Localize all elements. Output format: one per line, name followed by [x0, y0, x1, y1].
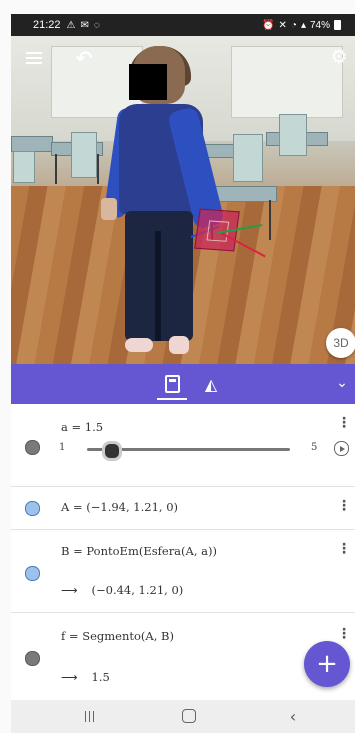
warning-icon: ⚠: [66, 19, 76, 31]
point-b-value: (−0.44, 1.21, 0): [91, 583, 184, 597]
battery-level: 74%: [309, 19, 330, 31]
more-options-icon[interactable]: ⋮: [337, 499, 351, 513]
app-frame: 21:22 ⚠ ✉ ◌ ⏰ ✕ ◔ ▴ 74% ↶ ⚙ 3D ◭ ⌄ a = 1…: [0, 0, 355, 733]
algebra-tab-icon[interactable]: [161, 371, 183, 397]
alarm-icon: ⏰: [262, 19, 275, 31]
wall-board: [231, 46, 343, 118]
point-b-row[interactable]: B = PontoEm(Esfera(A, a)) ⟶ (−0.44, 1.21,…: [11, 530, 355, 613]
status-time: 21:22: [33, 19, 61, 31]
mail-icon: ✉: [80, 19, 89, 31]
visibility-toggle[interactable]: [25, 651, 40, 666]
more-options-icon[interactable]: ⋮: [337, 542, 351, 556]
menu-icon[interactable]: [22, 46, 46, 70]
slider-max-label: 5: [311, 442, 318, 453]
chair: [279, 114, 307, 156]
visibility-toggle[interactable]: [25, 440, 40, 455]
algebra-view: a = 1.5 ⋮ 1 5 A = (−1.94, 1.21, 0) ⋮ B =…: [11, 404, 355, 700]
active-tab-indicator: [157, 398, 187, 400]
back-icon[interactable]: ‹: [281, 706, 305, 726]
person: [101, 46, 226, 364]
add-button[interactable]: +: [304, 641, 350, 687]
result-arrow-icon: ⟶: [61, 670, 78, 684]
battery-icon: [334, 20, 341, 30]
phone-in-hand: [101, 198, 117, 220]
segment-f-expression[interactable]: f = Segmento(A, B): [61, 629, 174, 643]
more-options-icon[interactable]: ⋮: [337, 627, 351, 641]
slider-thumb[interactable]: [102, 441, 123, 461]
slider-expression[interactable]: a = 1.5: [61, 420, 103, 434]
status-bar: 21:22 ⚠ ✉ ◌ ⏰ ✕ ◔ ▴ 74%: [11, 14, 355, 36]
home-icon[interactable]: [177, 706, 201, 726]
chair: [233, 134, 263, 182]
mute-icon: ✕: [278, 19, 287, 31]
chair: [13, 151, 35, 183]
undo-icon[interactable]: ↶: [72, 46, 96, 70]
visibility-toggle[interactable]: [25, 501, 40, 516]
signal-icon: ▴: [300, 19, 306, 31]
point-a-expression[interactable]: A = (−1.94, 1.21, 0): [61, 500, 178, 514]
view-3d-button[interactable]: 3D: [326, 328, 355, 358]
result-arrow-icon: ⟶: [61, 583, 78, 597]
ar-camera-view[interactable]: [11, 36, 355, 364]
slider-min-label: 1: [59, 442, 66, 453]
visibility-toggle[interactable]: [25, 566, 40, 581]
segment-f-value: 1.5: [91, 670, 110, 684]
desk: [11, 136, 53, 152]
android-nav-bar: ‹: [11, 700, 355, 733]
more-options-icon[interactable]: ⋮: [337, 416, 351, 430]
point-b-value-line: ⟶ (−0.44, 1.21, 0): [61, 583, 183, 597]
face-censor-box: [129, 64, 167, 100]
segment-f-row[interactable]: f = Segmento(A, B) ⟶ 1.5 ⋮: [11, 613, 355, 699]
chevron-down-icon[interactable]: ⌄: [333, 374, 351, 392]
tools-tab-icon[interactable]: ◭: [199, 373, 223, 395]
point-b-expression[interactable]: B = PontoEm(Esfera(A, a)): [61, 544, 217, 558]
segment-f-value-line: ⟶ 1.5: [61, 670, 110, 684]
chair: [71, 132, 97, 178]
whatsapp-icon: ◌: [93, 19, 100, 31]
settings-gear-icon[interactable]: ⚙: [328, 46, 350, 68]
toolbar: ◭ ⌄: [11, 364, 355, 404]
recent-apps-icon[interactable]: [77, 706, 101, 726]
wifi-icon: ◔: [290, 19, 297, 31]
play-animation-icon[interactable]: [334, 441, 349, 456]
slider-row[interactable]: a = 1.5 ⋮ 1 5: [11, 404, 355, 487]
point-a-row[interactable]: A = (−1.94, 1.21, 0) ⋮: [11, 487, 355, 530]
